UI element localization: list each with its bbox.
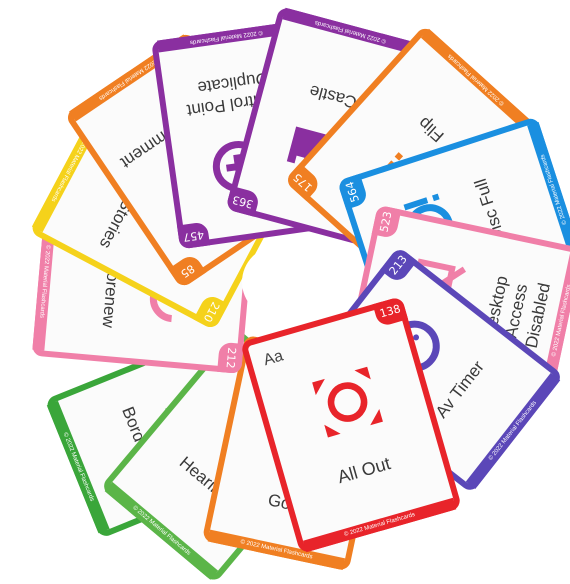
- card-name: All Out: [335, 453, 393, 488]
- card-copyright: © 2022 Material Flashcards: [46, 400, 110, 534]
- card-number: 457: [177, 221, 211, 250]
- card-copyright: © 2022 Material Flashcards: [527, 121, 570, 257]
- card-copyright: © 2022 Material Flashcards: [104, 481, 219, 580]
- card-glyph-sample: Aa: [261, 347, 286, 370]
- flashcard-wheel: Border All © 2022 Material Flashcards He…: [0, 0, 570, 584]
- card-copyright: © 2022 Material Flashcards: [465, 372, 561, 490]
- card-copyright: © 2022 Material Flashcards: [303, 497, 457, 553]
- card-copyright: © 2022 Material Flashcards: [282, 7, 419, 56]
- card-number: 212: [217, 341, 244, 374]
- all-out-icon: [312, 366, 383, 438]
- center-hole: [242, 246, 314, 318]
- card-copyright: © 2022 Material Flashcards: [420, 28, 532, 131]
